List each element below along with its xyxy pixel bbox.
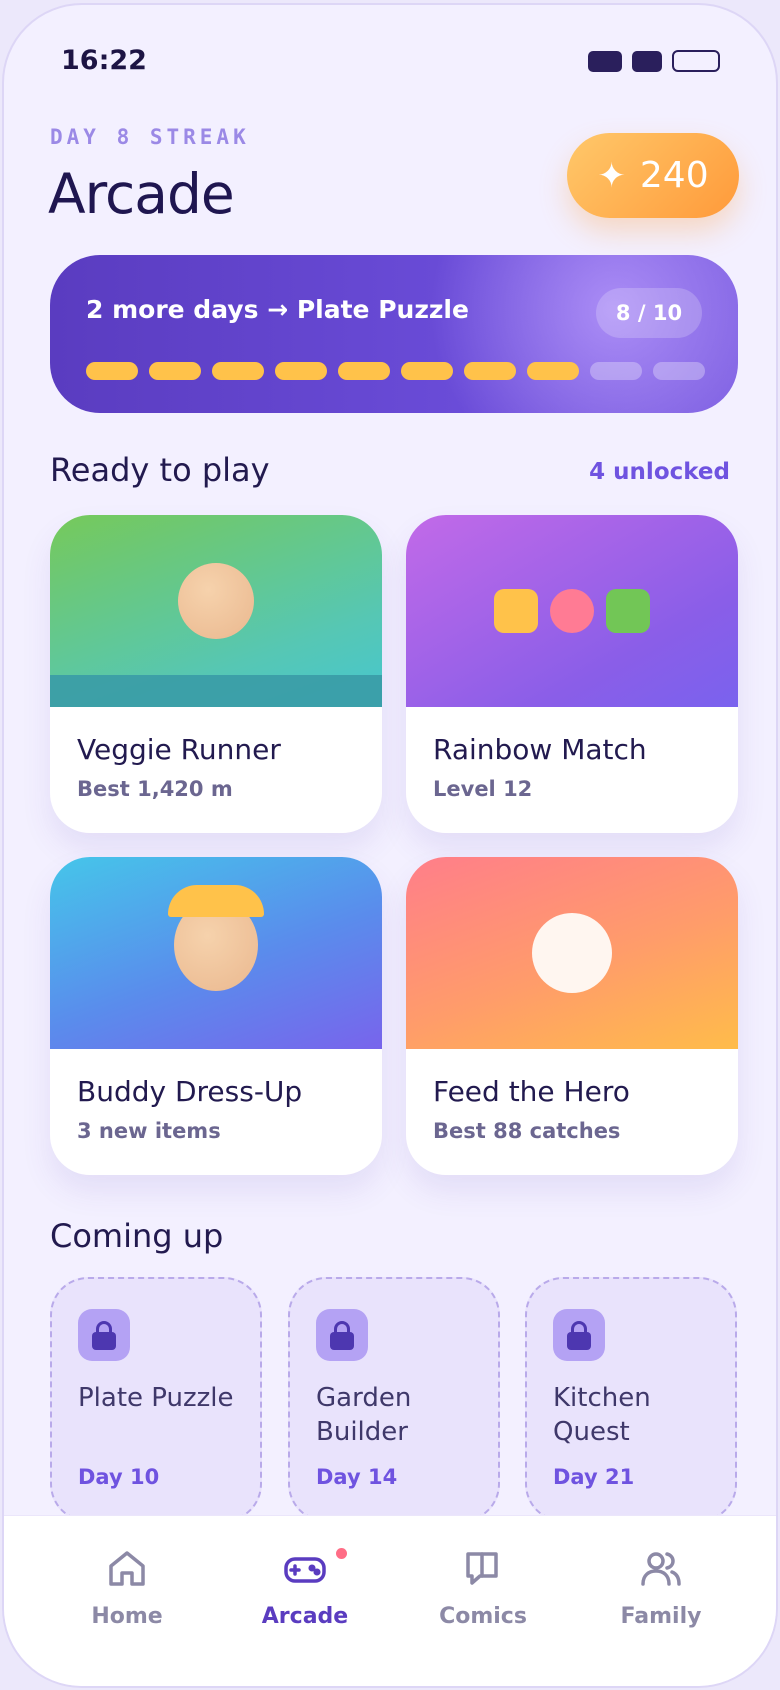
ready-section-title: Ready to play xyxy=(50,451,270,489)
streak-segment-empty xyxy=(653,362,705,380)
points-pill[interactable]: ✦ 240 xyxy=(567,133,739,218)
streak-segment-filled xyxy=(338,362,390,380)
game-stat: Best 1,420 m xyxy=(77,777,233,801)
buddy-dress-up-art xyxy=(50,857,382,1049)
status-icons xyxy=(588,50,720,72)
plate-shape xyxy=(532,913,612,993)
streak-card[interactable]: 2 more days → Plate Puzzle 8 / 10 xyxy=(50,255,738,413)
sparkle-icon: ✦ xyxy=(597,155,626,196)
game-title: Rainbow Match xyxy=(433,733,647,766)
streak-label: DAY 8 STREAK xyxy=(50,125,250,149)
status-time: 16:22 xyxy=(61,45,147,76)
streak-segment-filled xyxy=(86,362,138,380)
home-icon xyxy=(109,1551,145,1586)
nav-comics[interactable]: Comics xyxy=(418,1546,548,1629)
locked-game-title: Garden Builder xyxy=(316,1383,412,1447)
coming-up-title: Coming up xyxy=(50,1217,224,1255)
game-card-rainbow-match[interactable]: Rainbow Match Level 12 xyxy=(406,515,738,833)
phone-frame: 16:22 DAY 8 STREAK Arcade ✦ 240 2 more d… xyxy=(2,3,778,1688)
buddy-hat-shape xyxy=(168,885,264,917)
game-stat: Best 88 catches xyxy=(433,1119,621,1143)
feed-the-hero-art xyxy=(406,857,738,1049)
lock-icon xyxy=(316,1309,368,1361)
streak-segment-filled xyxy=(527,362,579,380)
battery-icon xyxy=(672,50,720,72)
game-card-feed-the-hero[interactable]: Feed the Hero Best 88 catches xyxy=(406,857,738,1175)
game-card-veggie-runner[interactable]: Veggie Runner Best 1,420 m xyxy=(50,515,382,833)
lock-icon xyxy=(78,1309,130,1361)
locked-game-kitchen-quest[interactable]: Kitchen Quest Day 21 xyxy=(525,1277,737,1522)
game-card-buddy-dress-up[interactable]: Buddy Dress-Up 3 new items xyxy=(50,857,382,1175)
gamepad-icon xyxy=(284,1557,326,1583)
nav-label: Comics xyxy=(439,1604,527,1629)
rainbow-match-art xyxy=(406,515,738,707)
nav-arcade[interactable]: Arcade xyxy=(240,1546,370,1629)
locked-game-title: Plate Puzzle xyxy=(78,1383,234,1413)
streak-segment-filled xyxy=(275,362,327,380)
streak-segment-filled xyxy=(149,362,201,380)
streak-progress-badge: 8 / 10 xyxy=(596,288,702,338)
signal-icon xyxy=(588,50,622,72)
yellow-tile-shape xyxy=(494,589,538,633)
unlock-day: Day 10 xyxy=(78,1465,160,1489)
streak-segment-filled xyxy=(212,362,264,380)
unlocked-count: 4 unlocked xyxy=(589,459,730,485)
nav-label: Home xyxy=(91,1604,163,1629)
unlock-day: Day 21 xyxy=(553,1465,635,1489)
locked-game-title: Kitchen Quest xyxy=(553,1383,651,1447)
points-value: 240 xyxy=(639,155,709,196)
book-icon xyxy=(466,1552,498,1585)
game-stat: Level 12 xyxy=(433,777,533,801)
streak-segment-empty xyxy=(590,362,642,380)
streak-message: 2 more days → Plate Puzzle xyxy=(86,295,469,324)
locked-game-plate-puzzle[interactable]: Plate Puzzle Day 10 xyxy=(50,1277,262,1522)
pink-tile-shape xyxy=(550,589,594,633)
page-title: Arcade xyxy=(48,162,235,226)
veggie-ball-shape xyxy=(178,563,254,639)
notification-dot xyxy=(336,1548,347,1559)
ground-shape xyxy=(50,675,382,707)
streak-progress-bar xyxy=(86,362,705,380)
game-stat: 3 new items xyxy=(77,1119,221,1143)
veggie-runner-art xyxy=(50,515,382,707)
people-icon xyxy=(641,1552,681,1586)
unlock-day: Day 14 xyxy=(316,1465,398,1489)
nav-family[interactable]: Family xyxy=(596,1546,726,1629)
green-tile-shape xyxy=(606,589,650,633)
game-title: Feed the Hero xyxy=(433,1075,630,1108)
game-title: Veggie Runner xyxy=(77,733,281,766)
streak-segment-filled xyxy=(401,362,453,380)
nav-label: Arcade xyxy=(261,1604,349,1629)
wifi-icon xyxy=(632,50,662,72)
streak-segment-filled xyxy=(464,362,516,380)
locked-game-garden-builder[interactable]: Garden Builder Day 14 xyxy=(288,1277,500,1522)
nav-home[interactable]: Home xyxy=(62,1546,192,1629)
bottom-nav: Home Arcade Comics Family xyxy=(4,1515,776,1686)
nav-label: Family xyxy=(620,1604,702,1629)
game-title: Buddy Dress-Up xyxy=(77,1075,303,1108)
lock-icon xyxy=(553,1309,605,1361)
